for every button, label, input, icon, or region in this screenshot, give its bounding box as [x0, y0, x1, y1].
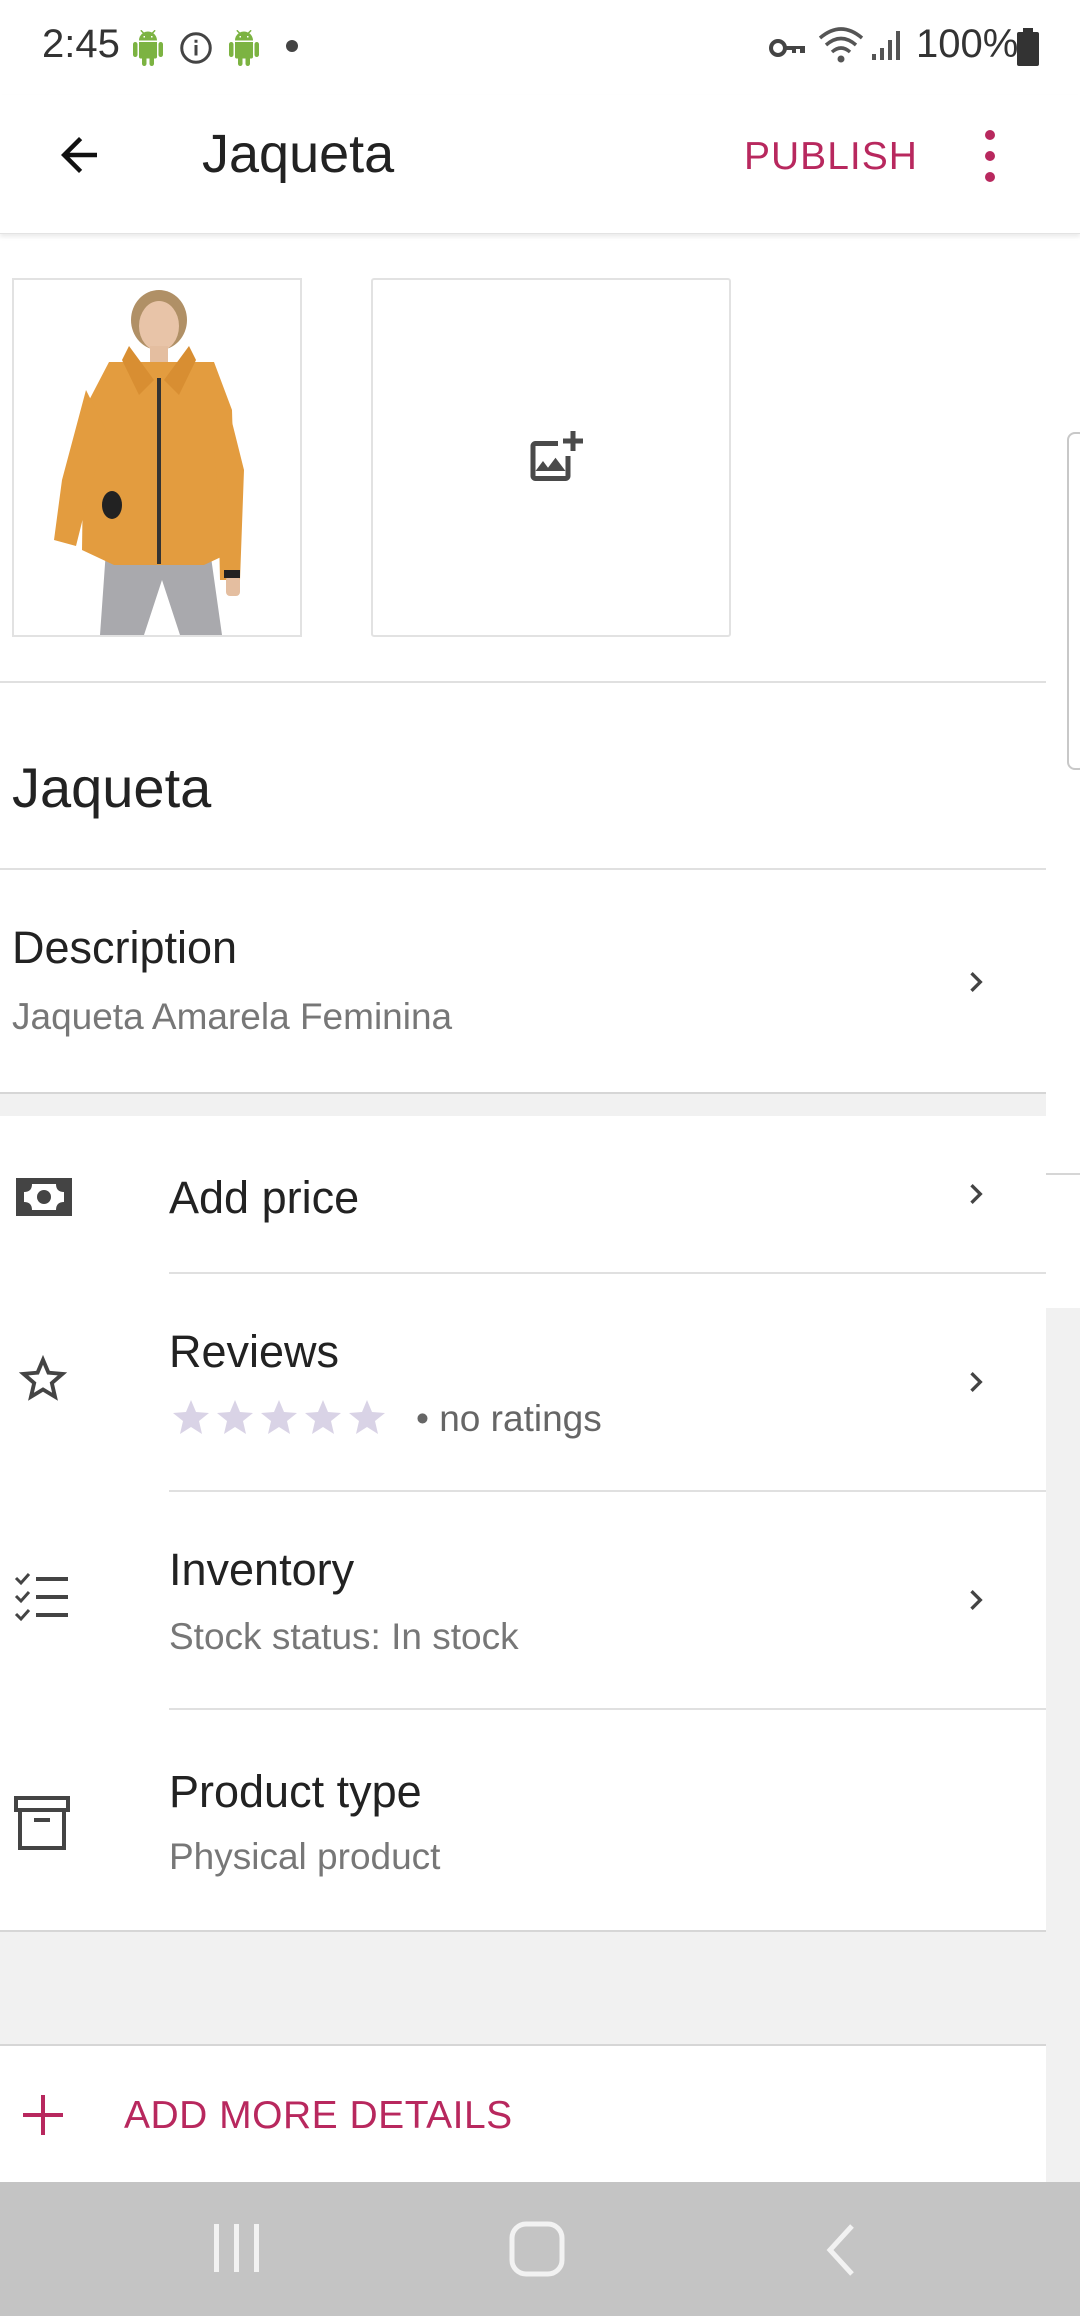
divider	[1046, 1173, 1080, 1175]
add-more-details-button[interactable]: ADD MORE DETAILS	[0, 2046, 1046, 2182]
wifi-icon	[818, 27, 864, 63]
divider	[0, 681, 1046, 683]
status-time: 2:45	[42, 22, 120, 66]
plus-icon	[23, 2095, 63, 2135]
android-icon	[133, 30, 163, 66]
section-gap	[0, 1094, 1046, 1116]
product-type-row[interactable]: Product type Physical product	[0, 1710, 1046, 1930]
inventory-value: Stock status: In stock	[169, 1616, 519, 1657]
star-outline-icon	[18, 1354, 68, 1401]
checklist-icon	[14, 1573, 68, 1622]
back-icon[interactable]	[822, 2222, 862, 2278]
battery-icon	[1017, 28, 1039, 66]
ratings-text: • no ratings	[416, 1398, 602, 1439]
home-icon[interactable]	[508, 2220, 568, 2280]
description-value: Jaqueta Amarela Feminina	[12, 996, 453, 1037]
reviews-label: Reviews	[169, 1326, 340, 1377]
chevron-right-icon	[970, 1184, 983, 1204]
product-name[interactable]: Jaqueta	[12, 755, 211, 820]
add-price-row[interactable]: Add price	[0, 1116, 1046, 1272]
vpn-key-icon	[769, 39, 805, 57]
chevron-right-icon	[970, 972, 983, 992]
rating-stars	[169, 1396, 399, 1440]
description-label: Description	[12, 922, 238, 973]
side-scroll-handle	[1067, 432, 1080, 770]
archive-icon	[14, 1796, 70, 1850]
inventory-row[interactable]: Inventory Stock status: In stock	[0, 1492, 1046, 1708]
chevron-right-icon	[970, 1590, 983, 1610]
yellow-jacket-photo	[14, 280, 300, 635]
add-price-label: Add price	[169, 1172, 360, 1223]
app-bar: Jaqueta PUBLISH	[0, 95, 1080, 234]
recents-icon[interactable]	[210, 2220, 264, 2276]
system-navigation-bar	[0, 2182, 1080, 2316]
add-photo-icon	[530, 431, 583, 481]
section-gap	[0, 1932, 1046, 2044]
inventory-label: Inventory	[169, 1544, 355, 1595]
product-image-thumbnail[interactable]	[12, 278, 302, 637]
page-title: Jaqueta	[202, 124, 395, 184]
battery-percentage: 100%	[916, 22, 1019, 66]
product-type-label: Product type	[169, 1766, 422, 1817]
money-icon	[16, 1178, 72, 1216]
product-type-value: Physical product	[169, 1836, 441, 1877]
status-bar: 2:45 100%	[0, 0, 1080, 95]
add-image-button[interactable]	[371, 278, 731, 637]
right-edge-gutter	[1046, 1308, 1080, 2182]
info-icon	[180, 32, 212, 64]
description-row[interactable]: Description Jaqueta Amarela Feminina	[0, 870, 1046, 1092]
android-icon	[229, 30, 259, 66]
more-options-icon[interactable]	[968, 123, 1012, 189]
add-more-details-label: ADD MORE DETAILS	[124, 2094, 513, 2137]
chevron-right-icon	[970, 1372, 983, 1392]
publish-button[interactable]: PUBLISH	[744, 135, 918, 179]
signal-icon	[872, 31, 900, 60]
dot-icon	[286, 40, 298, 52]
reviews-row[interactable]: Reviews • no ratings	[0, 1274, 1046, 1492]
back-arrow-icon[interactable]	[52, 125, 106, 185]
